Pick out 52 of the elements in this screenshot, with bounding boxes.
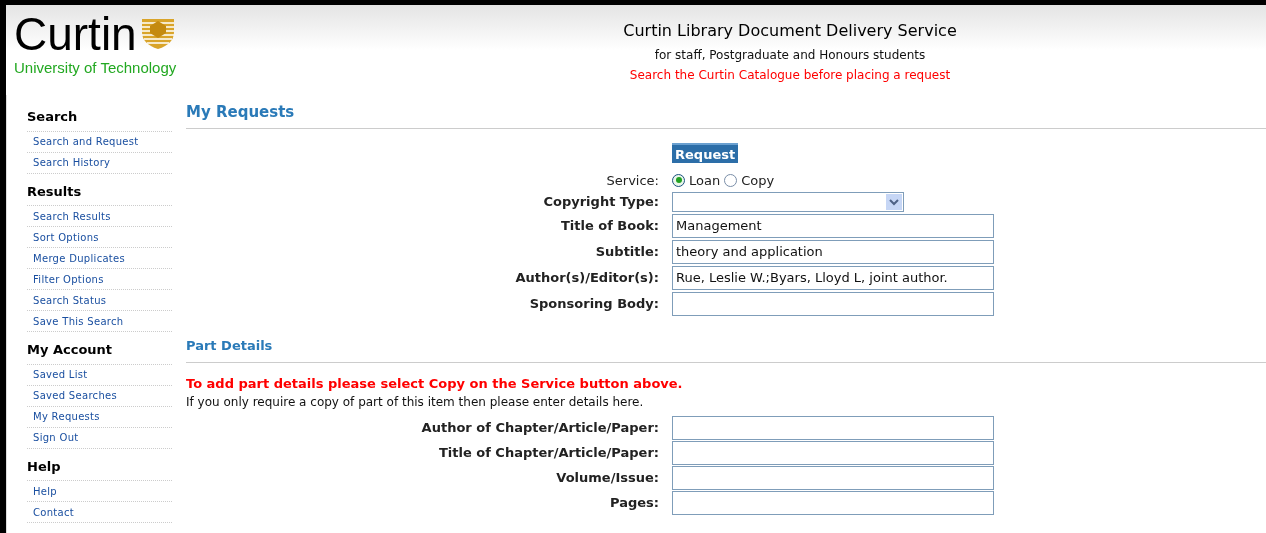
field-label: Author of Chapter/Article/Paper:	[421, 419, 659, 438]
radio-label: Copy	[741, 171, 775, 190]
warning-text: To add part details please select Copy on the Service button above.	[186, 374, 684, 393]
radio-button[interactable]	[724, 173, 738, 187]
sidebar-link[interactable]: Search Status	[33, 292, 107, 308]
shield-icon	[140, 18, 175, 50]
catalogue-notice: Search the Curtin Catalogue before placing a request	[629, 67, 951, 84]
field-label: Title of Book:	[560, 217, 659, 236]
sidebar-link[interactable]: Search History	[33, 155, 111, 170]
help-text: If you only require a copy of part of this item then please enter details here.	[186, 394, 645, 411]
section-heading: Part Details	[186, 336, 1266, 363]
field-label: Pages:	[610, 494, 659, 513]
chevron-down-icon	[886, 194, 902, 210]
text-field[interactable]	[672, 292, 994, 316]
site-subtitle: for staff, Postgraduate and Honours students	[654, 47, 926, 64]
sidebar-heading: Help	[27, 456, 172, 481]
field-label: Title of Chapter/Article/Paper:	[438, 444, 659, 463]
sidebar-link[interactable]: Search Results	[33, 208, 111, 224]
sidebar-link[interactable]: Saved Searches	[33, 388, 117, 403]
sidebar-link[interactable]: Search and Request	[33, 134, 139, 149]
text-field[interactable]	[672, 491, 994, 515]
sidebar-heading: Search	[27, 107, 172, 132]
sidebar-link[interactable]: Merge Duplicates	[33, 250, 126, 266]
sidebar-link[interactable]: My Requests	[33, 409, 100, 424]
university-logo: Curtin University of Technology	[14, 11, 178, 78]
field-label: Volume/Issue:	[556, 469, 659, 488]
field-label: Sponsoring Body:	[529, 295, 659, 314]
select-field[interactable]	[672, 192, 904, 212]
sidebar-link[interactable]: Filter Options	[33, 271, 104, 287]
field-label: Author(s)/Editor(s):	[515, 269, 659, 288]
sidebar-link[interactable]: Sign Out	[33, 430, 79, 445]
text-field[interactable]	[672, 416, 994, 440]
text-field[interactable]	[672, 441, 994, 465]
text-field[interactable]: Rue, Leslie W.;Byars, Lloyd L, joint author.	[672, 266, 994, 290]
radio-label: Loan	[689, 171, 721, 190]
text-field[interactable]: Management	[672, 214, 994, 238]
section-heading: My Requests	[186, 101, 1266, 129]
site-title: Curtin Library Document Delivery Service	[623, 20, 957, 42]
field-label: Subtitle:	[595, 243, 659, 262]
request-button[interactable]: Request	[672, 142, 739, 163]
field-label: Service:	[606, 171, 659, 190]
sidebar-link[interactable]: Save This Search	[33, 313, 124, 329]
text-field[interactable]	[672, 466, 994, 490]
text-field[interactable]: theory and application	[672, 240, 994, 264]
sidebar-link[interactable]: Saved List	[33, 367, 88, 382]
sidebar-heading: My Account	[27, 340, 172, 365]
field-label: Copyright Type:	[543, 193, 659, 212]
sidebar-link[interactable]: Contact	[33, 504, 74, 520]
sidebar-heading: Results	[27, 181, 172, 206]
sidebar-link[interactable]: Sort Options	[33, 229, 99, 245]
sidebar-link[interactable]: Help	[33, 483, 57, 499]
radio-button[interactable]	[672, 173, 685, 187]
